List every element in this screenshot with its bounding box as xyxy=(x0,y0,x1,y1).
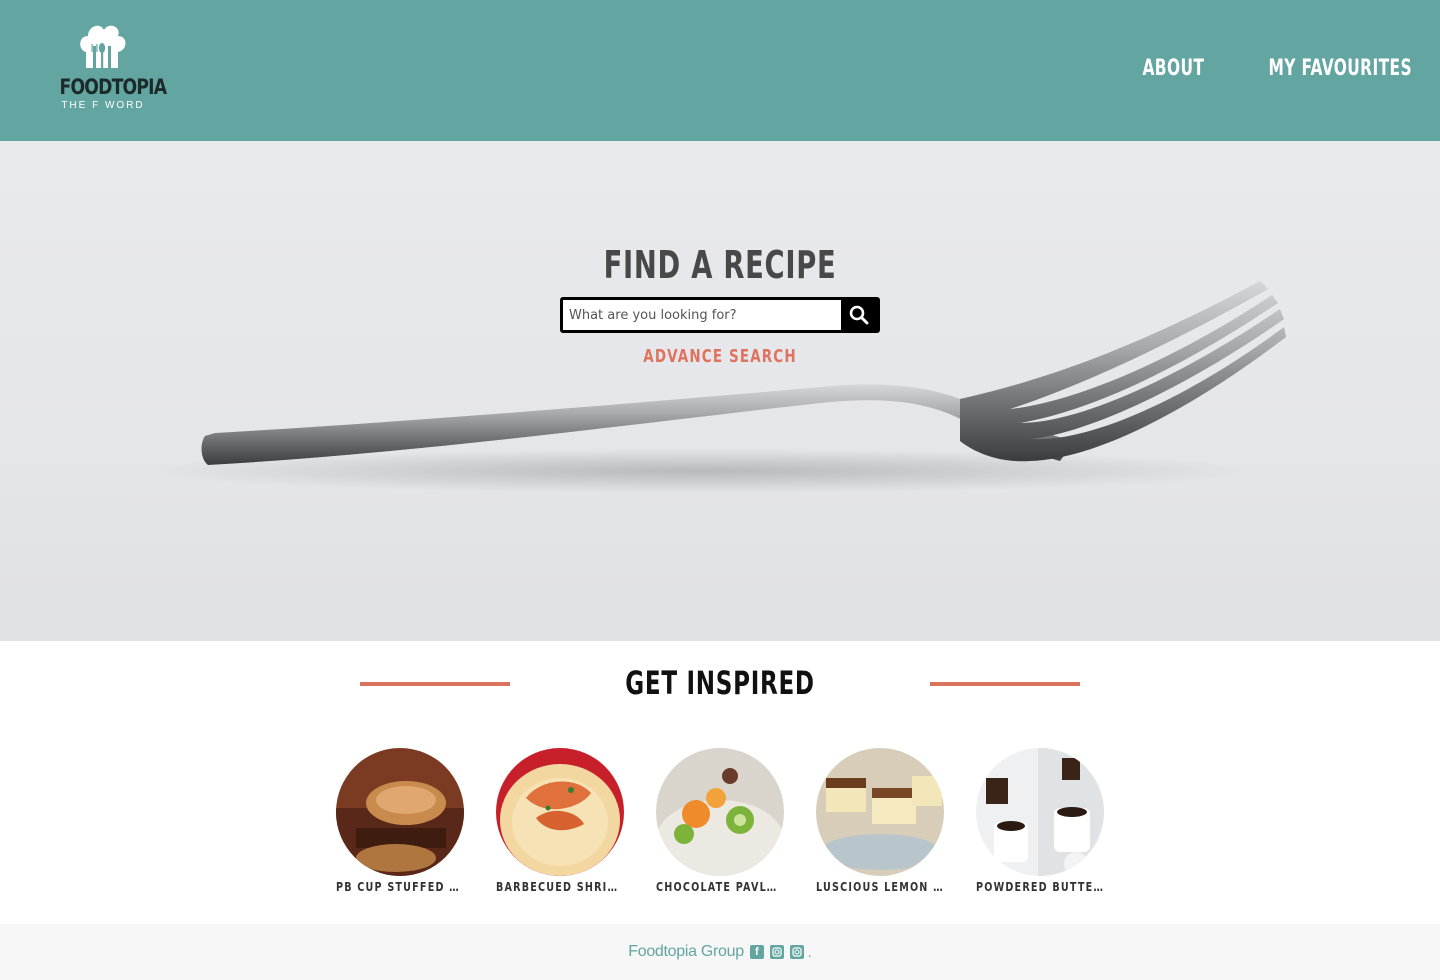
recipe-title[interactable]: POWDERED BUTTER COOKIES xyxy=(976,880,1104,894)
recipe-search-bar xyxy=(560,297,880,333)
site-logo[interactable]: FOODTOPIA THE F WORD xyxy=(50,18,168,118)
recipe-card[interactable]: CHOCOLATE PAVLOVA xyxy=(656,748,784,894)
hero-section: FIND A RECIPE ADVANCE SEARCH xyxy=(0,141,1440,641)
footer-company: Foodtopia Group xyxy=(628,943,744,960)
title-divider-right xyxy=(930,682,1080,686)
chef-hat-icon xyxy=(80,25,126,69)
facebook-icon[interactable]: f xyxy=(749,945,764,959)
recipe-title[interactable]: CHOCOLATE PAVLOVA xyxy=(656,880,784,894)
fork-hero-image xyxy=(140,281,1286,493)
brand-name: FOODTOPIA xyxy=(59,75,168,99)
recipe-thumbnail[interactable] xyxy=(336,748,464,876)
site-header: FOODTOPIA THE F WORD ABOUT MY FAVOURITES xyxy=(0,0,1440,141)
search-input[interactable] xyxy=(563,300,841,330)
recipe-thumbnail[interactable] xyxy=(976,748,1104,876)
recipe-card[interactable]: POWDERED BUTTER COOKIES xyxy=(976,748,1104,894)
instagram-icon[interactable] xyxy=(789,945,804,959)
search-button[interactable] xyxy=(841,300,877,330)
recipe-cards: PB CUP STUFFED BROWNIES BARBECUED SHRIMP… xyxy=(336,748,1104,894)
recipe-title[interactable]: PB CUP STUFFED BROWNIES xyxy=(336,880,464,894)
hero-title: FIND A RECIPE xyxy=(603,243,837,287)
search-icon xyxy=(849,305,869,325)
brand-tagline: THE F WORD xyxy=(61,100,145,111)
recipe-card[interactable]: BARBECUED SHRIMP AND GRITS xyxy=(496,748,624,894)
recipe-thumbnail[interactable] xyxy=(816,748,944,876)
recipe-card[interactable]: PB CUP STUFFED BROWNIES xyxy=(336,748,464,894)
recipe-thumbnail[interactable] xyxy=(496,748,624,876)
nav-my-favourites[interactable]: MY FAVOURITES xyxy=(1269,56,1412,81)
footer-trailing: . xyxy=(807,944,812,960)
recipe-card[interactable]: LUSCIOUS LEMON BARS xyxy=(816,748,944,894)
advance-search-link[interactable]: ADVANCE SEARCH xyxy=(180,346,1260,367)
recipe-title[interactable]: BARBECUED SHRIMP AND GRITS xyxy=(496,880,624,894)
main-nav: ABOUT MY FAVOURITES xyxy=(1125,56,1412,81)
site-footer: Foodtopia Group f . xyxy=(0,924,1440,980)
section-title: GET INSPIRED xyxy=(625,664,815,702)
recipe-thumbnail[interactable] xyxy=(656,748,784,876)
instagram-icon[interactable] xyxy=(769,945,784,959)
recipe-title[interactable]: LUSCIOUS LEMON BARS xyxy=(816,880,944,894)
nav-about[interactable]: ABOUT xyxy=(1142,56,1204,81)
